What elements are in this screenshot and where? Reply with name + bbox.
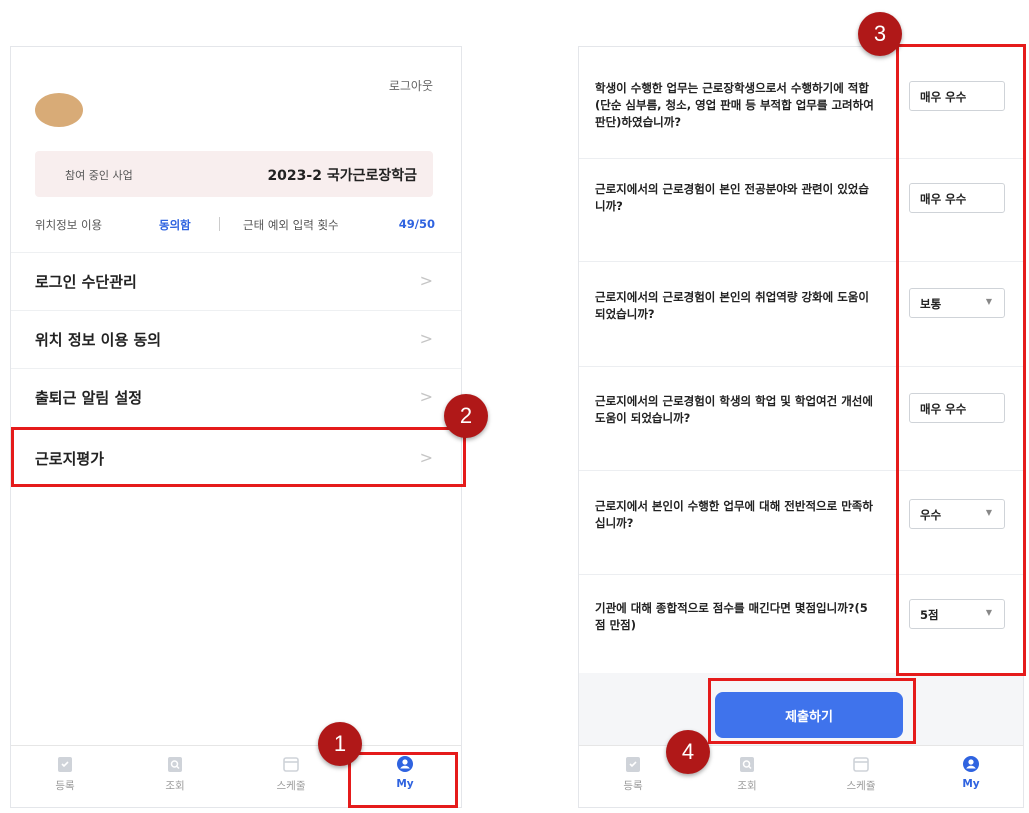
question-text: 근로지에서 본인이 수행한 업무에 대해 전반적으로 만족하십니까?	[595, 499, 873, 530]
tab-label: My	[962, 778, 980, 790]
tab-schedule[interactable]: 스케쥴	[831, 754, 891, 793]
tab-label: 스케쥴	[846, 780, 876, 792]
highlight-submit-button	[708, 678, 916, 744]
tab-lookup[interactable]: 조회	[145, 754, 205, 793]
calendar-icon	[283, 757, 299, 772]
question-text: 근로지에서의 근로경험이 학생의 학업 및 학업여건 개선에 도움이 되었습니까…	[595, 394, 873, 425]
highlight-evaluation-menu	[11, 427, 466, 487]
lookup-icon	[168, 757, 182, 772]
tab-label: 조회	[165, 780, 185, 792]
question-text: 근로지에서의 근로경험이 본인의 취업역량 강화에 도움이 되었습니까?	[595, 290, 869, 321]
calendar-icon	[853, 757, 869, 772]
exception-count-label: 근태 예외 입력 횟수	[243, 218, 339, 232]
tab-lookup[interactable]: 조회	[717, 754, 777, 793]
tab-label: 조회	[737, 780, 757, 792]
menu-item-login-methods[interactable]: 로그인 수단관리 >	[11, 252, 461, 310]
tab-my[interactable]: My	[941, 754, 1001, 790]
step-badge-3: 3	[858, 12, 902, 56]
question-text: 기관에 대해 종합적으로 점수를 매긴다면 몇점입니까?(5점 만점)	[595, 601, 868, 632]
menu-item-location-consent[interactable]: 위치 정보 이용 동의 >	[11, 310, 461, 368]
program-info-box: 참여 중인 사업 2023-2 국가근로장학금	[35, 151, 433, 197]
divider	[219, 217, 220, 231]
bottom-tab-bar: 등록 조회 스케쥴 My	[579, 745, 1023, 807]
question-text: 학생이 수행한 업무는 근로장학생으로서 수행하기에 적합(단순 심부름, 청소…	[595, 81, 874, 129]
chevron-right-icon: >	[419, 387, 433, 406]
tab-label: 등록	[623, 780, 643, 792]
logout-link[interactable]: 로그아웃	[389, 77, 433, 94]
tab-register[interactable]: 등록	[603, 754, 663, 793]
step-badge-1: 1	[318, 722, 362, 766]
program-value: 2023-2 국가근로장학금	[267, 168, 417, 184]
tab-register[interactable]: 등록	[35, 754, 95, 793]
location-value: 동의함	[159, 218, 191, 232]
chevron-right-icon: >	[419, 271, 433, 290]
tab-label: 등록	[55, 780, 75, 792]
register-icon	[626, 757, 640, 772]
question-text: 근로지에서의 근로경험이 본인 전공분야와 관련이 있었습니까?	[595, 182, 869, 213]
menu-item-commute-alarm[interactable]: 출퇴근 알림 설정 >	[11, 368, 461, 426]
highlight-answer-column	[896, 44, 1026, 676]
step-badge-4: 4	[666, 730, 710, 774]
highlight-my-tab	[348, 752, 458, 808]
program-label: 참여 중인 사업	[65, 169, 133, 182]
tab-label: 스케줄	[276, 780, 306, 792]
menu-item-label: 로그인 수단관리	[35, 273, 137, 291]
status-info-row: 위치정보 이용 동의함 근태 예외 입력 횟수 49/50	[35, 217, 435, 237]
menu-item-label: 출퇴근 알림 설정	[35, 389, 143, 407]
step-badge-2: 2	[444, 394, 488, 438]
lookup-icon	[740, 757, 754, 772]
tab-schedule[interactable]: 스케줄	[261, 754, 321, 793]
exception-count-value: 49/50	[398, 217, 435, 231]
location-label: 위치정보 이용	[35, 218, 103, 232]
user-icon	[963, 756, 979, 772]
register-icon	[58, 757, 72, 772]
menu-item-label: 위치 정보 이용 동의	[35, 331, 162, 349]
chevron-right-icon: >	[419, 329, 433, 348]
avatar	[35, 93, 83, 127]
